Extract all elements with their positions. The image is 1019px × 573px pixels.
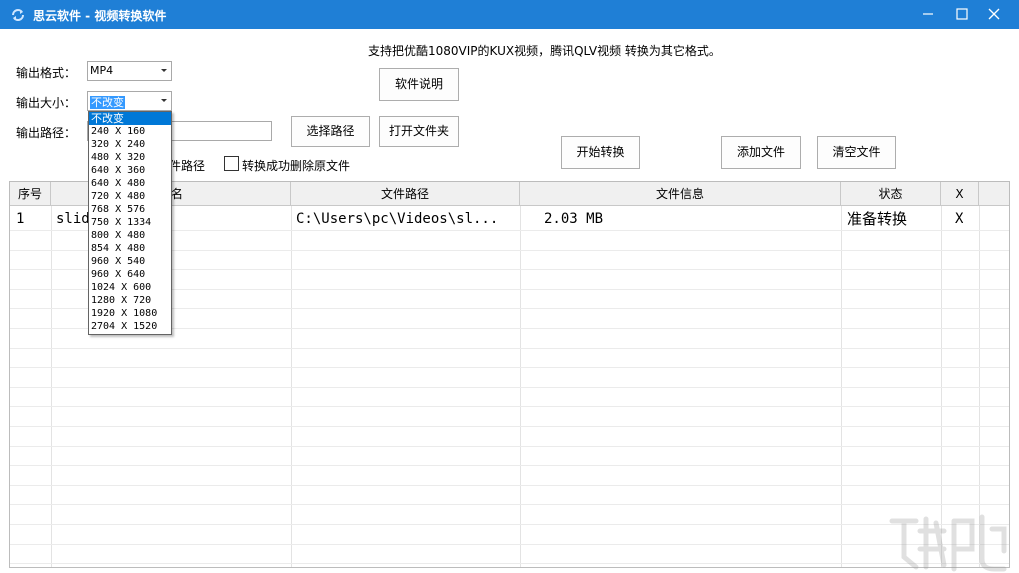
refresh-icon xyxy=(10,7,26,23)
chevron-down-icon xyxy=(161,99,167,102)
row-file-path: C:\Users\pc\Videos\sl... xyxy=(296,211,499,227)
clear-files-button[interactable]: 清空文件 xyxy=(817,136,896,169)
window-title: 思云软件 - 视频转换软件 xyxy=(33,9,167,23)
row-file-info: 2.03 MB xyxy=(544,211,604,227)
minimize-icon xyxy=(923,13,933,15)
grid-row-line xyxy=(10,347,1009,349)
grid-row-line xyxy=(10,484,1009,486)
close-icon xyxy=(988,8,1000,20)
size-dropdown-list[interactable]: 不改变 240 X 160 320 X 240 480 X 320 640 X 360 6… xyxy=(88,111,172,335)
grid-row-line xyxy=(10,406,1009,408)
grid-row-line xyxy=(10,563,1009,565)
size-option[interactable]: 2704 X 1520 xyxy=(89,320,171,333)
row-file-name: slid xyxy=(56,211,90,227)
size-option[interactable]: 320 X 240 xyxy=(89,138,171,151)
open-folder-button[interactable]: 打开文件夹 xyxy=(379,116,459,147)
notice-text: 支持把优酷1080VIP的KUX视频，腾讯QLV视频 转换为其它格式。 xyxy=(368,44,721,58)
maximize-button[interactable] xyxy=(944,0,980,29)
column-header-name-text: 名 xyxy=(171,187,184,201)
size-option[interactable]: 800 X 480 xyxy=(89,229,171,242)
main-panel: 支持把优酷1080VIP的KUX视频，腾讯QLV视频 转换为其它格式。 输出格式… xyxy=(0,29,1019,573)
chevron-down-icon xyxy=(161,69,167,72)
size-select-value: 不改变 xyxy=(90,96,125,109)
help-button[interactable]: 软件说明 xyxy=(379,68,459,101)
column-header-status[interactable]: 状态 xyxy=(841,182,941,206)
add-file-button[interactable]: 添加文件 xyxy=(721,136,801,169)
maximize-icon xyxy=(956,8,968,20)
start-convert-button[interactable]: 开始转换 xyxy=(561,136,640,169)
grid-row-line xyxy=(10,543,1009,545)
close-button[interactable] xyxy=(976,0,1012,29)
format-select-value: MP4 xyxy=(90,64,114,77)
size-option[interactable]: 768 X 576 xyxy=(89,203,171,216)
row-status: 准备转换 xyxy=(847,210,908,228)
size-option[interactable]: 480 X 320 xyxy=(89,151,171,164)
grid-row-line xyxy=(10,504,1009,506)
size-option[interactable]: 240 X 160 xyxy=(89,125,171,138)
grid-row-line xyxy=(10,386,1009,388)
size-option[interactable]: 不改变 xyxy=(89,112,171,125)
grid-row-line xyxy=(10,465,1009,467)
column-header-remove[interactable]: X xyxy=(941,182,979,206)
format-select[interactable]: MP4 xyxy=(87,61,172,81)
watermark-logo xyxy=(889,514,1007,572)
column-header-info[interactable]: 文件信息 xyxy=(520,182,841,206)
format-label: 输出格式： xyxy=(16,66,77,80)
delete-original-checkbox[interactable] xyxy=(224,156,239,171)
grid-row-line xyxy=(10,445,1009,447)
path-label: 输出路径： xyxy=(16,126,77,140)
minimize-button[interactable] xyxy=(910,0,946,29)
grid-row-line xyxy=(10,524,1009,525)
size-option[interactable]: 750 X 1334 xyxy=(89,216,171,229)
choose-path-button[interactable]: 选择路径 xyxy=(291,116,370,147)
size-option[interactable]: 1280 X 720 xyxy=(89,294,171,307)
size-option[interactable]: 640 X 360 xyxy=(89,164,171,177)
column-header-index[interactable]: 序号 xyxy=(10,182,51,206)
size-option[interactable]: 640 X 480 xyxy=(89,177,171,190)
column-header-path[interactable]: 文件路径 xyxy=(291,182,520,206)
size-label: 输出大小： xyxy=(16,96,77,110)
row-remove-button[interactable]: X xyxy=(955,209,963,229)
delete-original-label: 转换成功删除原文件 xyxy=(242,159,351,173)
size-option[interactable]: 1024 X 600 xyxy=(89,281,171,294)
size-select[interactable]: 不改变 xyxy=(87,91,172,111)
grid-row-line xyxy=(10,426,1009,427)
size-option[interactable]: 960 X 540 xyxy=(89,255,171,268)
size-option[interactable]: 720 X 480 xyxy=(89,190,171,203)
same-path-checkbox-label: 件路径 xyxy=(169,159,206,173)
grid-row-line xyxy=(10,367,1009,369)
size-option[interactable]: 1920 X 1080 xyxy=(89,307,171,320)
size-option[interactable]: 960 X 640 xyxy=(89,268,171,281)
size-option[interactable]: 854 X 480 xyxy=(89,242,171,255)
row-index: 1 xyxy=(16,211,25,227)
title-bar[interactable]: 思云软件 - 视频转换软件 xyxy=(0,0,1019,29)
